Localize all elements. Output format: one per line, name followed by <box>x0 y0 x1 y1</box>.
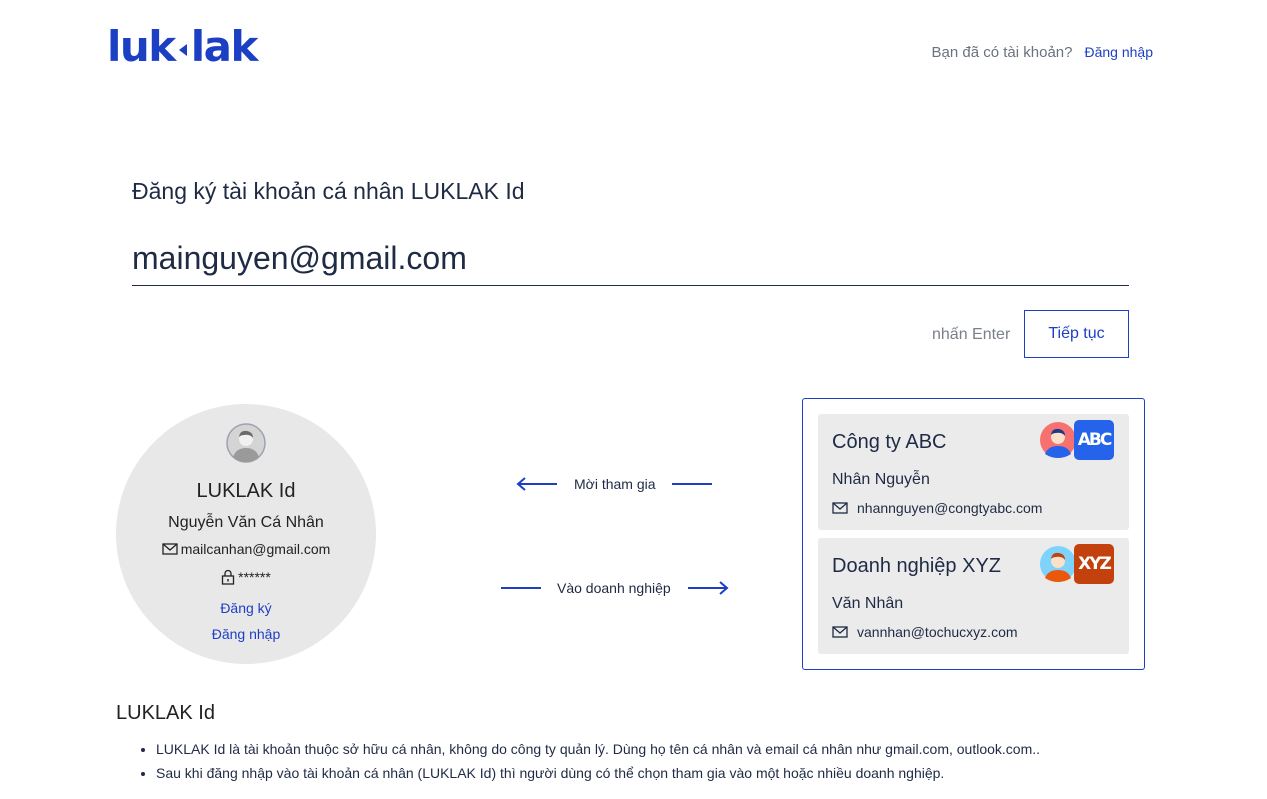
org-name: Công ty ABC <box>832 431 947 453</box>
lock-icon <box>221 569 235 585</box>
personal-password: ****** <box>238 569 271 585</box>
personal-account-card: LUKLAK Id Nguyễn Văn Cá Nhân mailcanhan@… <box>116 404 376 664</box>
personal-name: Nguyễn Văn Cá Nhân <box>168 514 324 531</box>
luklak-logo[interactable]: luk lak <box>107 22 259 71</box>
page-title: Đăng ký tài khoản cá nhân LUKLAK Id <box>132 178 525 204</box>
org-name: Doanh nghiệp XYZ <box>832 555 1002 577</box>
org-user-avatar-icon <box>1040 546 1076 582</box>
invite-label: Mời tham gia <box>574 476 656 492</box>
email-input[interactable] <box>132 236 1129 280</box>
personal-email-row: mailcanhan@gmail.com <box>116 541 376 557</box>
org-email: vannhan@tochucxyz.com <box>857 624 1018 640</box>
mail-icon <box>162 543 178 555</box>
personal-login-link[interactable]: Đăng nhập <box>116 626 376 642</box>
invite-arrow: Mời tham gia <box>516 476 712 492</box>
personal-password-row: ****** <box>116 569 376 585</box>
logo-text-right: lak <box>190 22 259 71</box>
invite-line <box>671 483 712 485</box>
email-field-wrapper <box>132 236 1129 286</box>
org-person: Nhân Nguyễn <box>832 471 930 488</box>
personal-title: LUKLAK Id <box>196 480 296 502</box>
info-bullet: LUKLAK Id là tài khoản thuộc sở hữu cá n… <box>156 741 1216 758</box>
org-person: Văn Nhân <box>832 595 904 612</box>
register-link[interactable]: Đăng ký <box>116 600 376 616</box>
org-email: nhannguyen@congtyabc.com <box>857 500 1043 516</box>
arrow-right-icon <box>687 581 729 595</box>
enter-hint: nhấn Enter <box>932 326 1011 343</box>
info-list: LUKLAK Id là tài khoản thuộc sở hữu cá n… <box>156 741 1216 789</box>
continue-button[interactable]: Tiếp tục <box>1024 310 1129 358</box>
header-login-link[interactable]: Đăng nhập <box>1084 44 1153 60</box>
logo-arrow-icon <box>178 44 187 56</box>
info-bullet: Sau khi đăng nhập vào tài khoản cá nhân … <box>156 765 1216 782</box>
org-card-xyz[interactable]: Doanh nghiệp XYZ XYZ Văn Nhân vannhan@to… <box>818 538 1129 654</box>
org-card-abc[interactable]: Công ty ABC ABC Nhân Nguyễn nhannguyen@c… <box>818 414 1129 530</box>
org-user-avatar-icon <box>1040 422 1076 458</box>
org-email-row: nhannguyen@congtyabc.com <box>832 500 1042 516</box>
enter-org-arrow: Vào doanh nghiệp <box>501 580 729 596</box>
enter-org-label: Vào doanh nghiệp <box>557 580 671 596</box>
header-account-prompt: Bạn đã có tài khoản? Đăng nhập <box>932 44 1153 61</box>
arrow-left-icon <box>516 477 557 491</box>
user-avatar-icon <box>226 423 266 463</box>
org-logo-badge: XYZ <box>1074 544 1114 584</box>
logo-text-left: luk <box>107 22 176 71</box>
org-logo-badge: ABC <box>1074 420 1114 460</box>
organizations-panel: Công ty ABC ABC Nhân Nguyễn nhannguyen@c… <box>802 398 1145 670</box>
org-email-row: vannhan@tochucxyz.com <box>832 624 1018 640</box>
mail-icon <box>832 626 848 638</box>
personal-email: mailcanhan@gmail.com <box>180 541 331 557</box>
mail-icon <box>832 502 848 514</box>
enter-org-line <box>501 587 541 589</box>
info-title: LUKLAK Id <box>116 702 215 724</box>
have-account-text: Bạn đã có tài khoản? <box>931 44 1073 61</box>
